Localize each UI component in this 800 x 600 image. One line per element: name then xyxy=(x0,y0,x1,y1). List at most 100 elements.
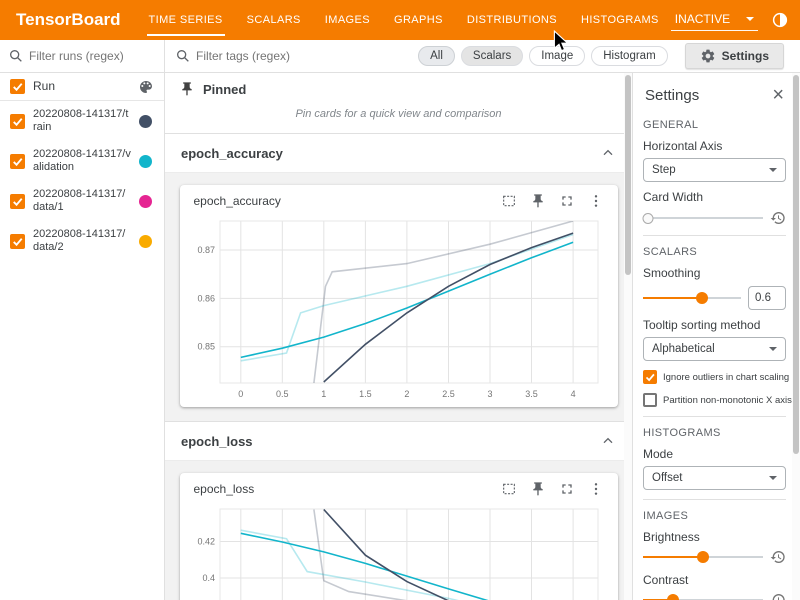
settings-scrollbar[interactable] xyxy=(792,73,800,600)
ignore-outliers-label: Ignore outliers in chart scaling xyxy=(663,372,789,383)
runs-list: 20220808-141317/train 20220808-141317/va… xyxy=(0,101,164,261)
section-header-epoch-accuracy[interactable]: epoch_accuracy xyxy=(165,134,632,172)
partition-x-axis-checkbox[interactable] xyxy=(643,393,657,407)
svg-text:0.86: 0.86 xyxy=(197,293,215,303)
chip-histogram[interactable]: Histogram xyxy=(591,46,667,66)
histogram-mode-select[interactable]: Offset xyxy=(643,466,786,490)
slider-thumb[interactable] xyxy=(697,551,709,563)
contrast-control xyxy=(643,592,786,600)
tab-histograms[interactable]: HISTOGRAMS xyxy=(569,0,671,40)
run-list-item[interactable]: 20220808-141317/validation xyxy=(0,141,164,181)
partition-x-axis-row[interactable]: Partition non-monotonic X axis xyxy=(643,393,786,407)
content-row: Run 20220808-141317/train 20220808-14131… xyxy=(0,73,800,600)
tab-graphs[interactable]: GRAPHS xyxy=(382,0,455,40)
card-width-control xyxy=(643,210,786,226)
smoothing-slider[interactable] xyxy=(643,291,741,305)
status-select[interactable]: INACTIVE xyxy=(671,9,758,31)
fit-domain-icon[interactable] xyxy=(501,481,517,497)
horizontal-axis-select[interactable]: Step xyxy=(643,158,786,182)
more-options-icon[interactable] xyxy=(588,481,604,497)
slider-thumb[interactable] xyxy=(643,213,654,224)
reset-icon[interactable] xyxy=(770,210,786,226)
section-heading: SCALARS xyxy=(643,246,786,258)
scalar-card-epoch-loss: epoch_loss xyxy=(180,473,618,600)
settings-panel-title: Settings xyxy=(645,87,699,104)
fullscreen-icon[interactable] xyxy=(559,193,575,209)
theme-toggle-icon[interactable] xyxy=(771,11,789,29)
tab-images[interactable]: IMAGES xyxy=(313,0,382,40)
ignore-outliers-checkbox[interactable] xyxy=(643,370,657,384)
horizontal-axis-label: Horizontal Axis xyxy=(643,139,786,153)
slider-thumb[interactable] xyxy=(696,292,708,304)
reset-icon[interactable] xyxy=(770,592,786,600)
chip-all[interactable]: All xyxy=(418,46,455,66)
nav-tabs: TIME SERIESSCALARSIMAGESGRAPHSDISTRIBUTI… xyxy=(137,0,671,40)
settings-section-scalars: SCALARS Smoothing Tooltip sorting method… xyxy=(643,236,786,417)
fullscreen-icon[interactable] xyxy=(559,481,575,497)
card-actions xyxy=(501,481,604,497)
card-header: epoch_loss xyxy=(186,481,612,501)
tab-time-series[interactable]: TIME SERIES xyxy=(137,0,235,40)
run-color-dot xyxy=(139,235,152,248)
pin-icon[interactable] xyxy=(530,481,546,497)
app-header: TensorBoard TIME SERIESSCALARSIMAGESGRAP… xyxy=(0,0,800,40)
pinned-hint: Pin cards for a quick view and compariso… xyxy=(165,99,632,134)
select-all-checkbox[interactable] xyxy=(10,79,25,94)
reset-icon[interactable] xyxy=(770,549,786,565)
main-scrollbar-thumb[interactable] xyxy=(625,75,631,275)
brightness-slider[interactable] xyxy=(643,550,763,564)
smoothing-input[interactable] xyxy=(748,286,786,310)
contrast-slider[interactable] xyxy=(643,593,763,600)
chevron-up-icon[interactable] xyxy=(600,433,616,449)
line-chart-epoch-loss[interactable]: 00.511.522.533.540.360.380.40.42 xyxy=(186,501,610,600)
card-width-slider[interactable] xyxy=(643,211,763,225)
svg-text:2: 2 xyxy=(404,389,409,399)
settings-section-histograms: HISTOGRAMS Mode Offset xyxy=(643,417,786,500)
run-checkbox[interactable] xyxy=(10,194,25,209)
chip-scalars[interactable]: Scalars xyxy=(461,46,523,66)
run-list-item[interactable]: 20220808-141317/data/1 xyxy=(0,181,164,221)
smoothing-label: Smoothing xyxy=(643,266,786,280)
run-checkbox[interactable] xyxy=(10,114,25,129)
main-scroll-area: Pinned Pin cards for a quick view and co… xyxy=(165,73,632,600)
filter-tags-input[interactable] xyxy=(196,49,413,63)
run-checkbox[interactable] xyxy=(10,234,25,249)
tab-scalars[interactable]: SCALARS xyxy=(235,0,313,40)
tags-filter-container: All Scalars Image Histogram Settings xyxy=(165,40,800,72)
section-header-epoch-loss[interactable]: epoch_loss xyxy=(165,422,632,460)
settings-button-label: Settings xyxy=(722,49,769,63)
section-heading: GENERAL xyxy=(643,119,786,131)
runs-filter-container xyxy=(0,40,165,72)
svg-text:2.5: 2.5 xyxy=(442,389,455,399)
svg-text:0: 0 xyxy=(238,389,243,399)
slider-thumb[interactable] xyxy=(667,594,679,600)
palette-icon[interactable] xyxy=(138,79,154,95)
run-select-all-row[interactable]: Run xyxy=(0,73,164,101)
more-options-icon[interactable] xyxy=(588,193,604,209)
line-chart-epoch-accuracy[interactable]: 00.511.522.533.540.850.860.87 xyxy=(186,213,610,405)
section-title: epoch_accuracy xyxy=(181,146,283,161)
settings-button[interactable]: Settings xyxy=(685,43,784,69)
run-checkbox[interactable] xyxy=(10,154,25,169)
svg-text:0.42: 0.42 xyxy=(197,537,215,547)
histogram-mode-value: Offset xyxy=(652,472,682,484)
filter-runs-input[interactable] xyxy=(29,49,156,63)
chevron-up-icon[interactable] xyxy=(600,145,616,161)
tag-filter-chips: All Scalars Image Histogram xyxy=(418,46,668,66)
run-color-dot xyxy=(139,195,152,208)
tooltip-sorting-select[interactable]: Alphabetical xyxy=(643,337,786,361)
run-list-item[interactable]: 20220808-141317/data/2 xyxy=(0,221,164,261)
chip-image[interactable]: Image xyxy=(529,46,585,66)
main-scrollbar[interactable] xyxy=(624,73,632,600)
close-icon[interactable]: × xyxy=(772,85,784,105)
ignore-outliers-row[interactable]: Ignore outliers in chart scaling xyxy=(643,370,786,384)
run-color-dot xyxy=(139,115,152,128)
pin-icon[interactable] xyxy=(530,193,546,209)
svg-text:0.4: 0.4 xyxy=(202,573,215,583)
run-list-item[interactable]: 20220808-141317/train xyxy=(0,101,164,141)
fit-domain-icon[interactable] xyxy=(501,193,517,209)
settings-panel-header: Settings × xyxy=(643,73,786,109)
settings-scrollbar-thumb[interactable] xyxy=(793,75,799,454)
smoothing-control xyxy=(643,286,786,310)
tab-distributions[interactable]: DISTRIBUTIONS xyxy=(455,0,569,40)
